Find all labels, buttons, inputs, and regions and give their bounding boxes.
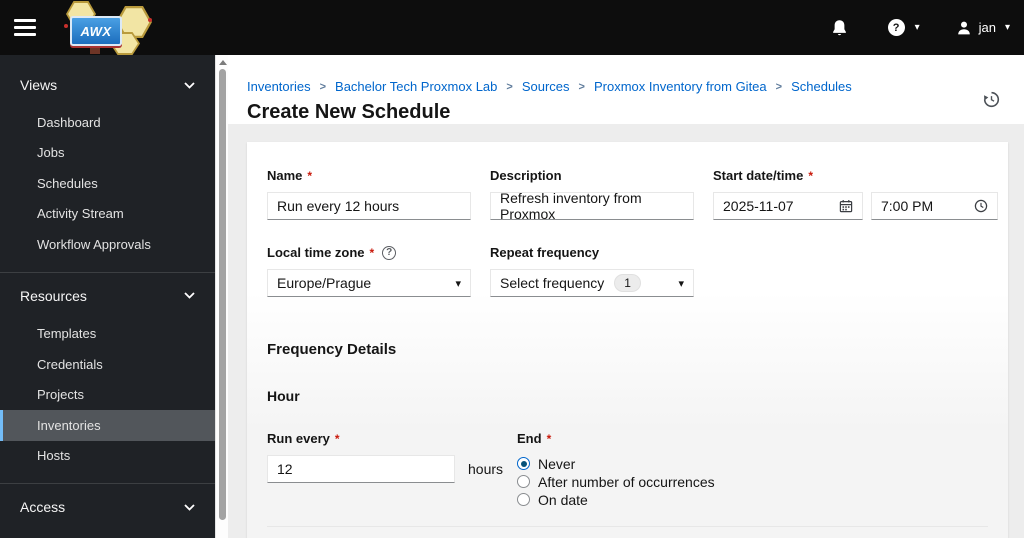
repeat-frequency-select[interactable]: Select frequency 1 ▾ — [490, 269, 694, 297]
timezone-select[interactable]: Europe/Prague ▾ — [267, 269, 471, 297]
masthead: AWX ? ▾ jan ▾ — [0, 0, 1024, 55]
end-option-never[interactable]: Never — [517, 455, 715, 472]
history-icon — [983, 91, 1000, 108]
run-every-input[interactable]: 12 — [267, 455, 455, 483]
sidebar-item-dashboard[interactable]: Dashboard — [0, 107, 215, 138]
breadcrumb-inventory-name[interactable]: Bachelor Tech Proxmox Lab — [335, 79, 497, 94]
chevron-down-icon — [184, 81, 195, 89]
timezone-label: Local time zone * ? — [267, 245, 471, 260]
frequency-details-title: Frequency Details — [267, 341, 397, 358]
vertical-scrollbar[interactable] — [215, 55, 228, 538]
chevron-down-icon: ▾ — [914, 21, 920, 33]
scrollbar-thumb[interactable] — [218, 69, 226, 520]
time-picker-button[interactable] — [974, 199, 988, 213]
sidebar-item-schedules[interactable]: Schedules — [0, 168, 215, 199]
help-question-icon: ? — [887, 19, 905, 36]
awx-logo[interactable]: AWX — [58, 0, 152, 55]
breadcrumb: Inventories > Bachelor Tech Proxmox Lab … — [247, 79, 1002, 94]
sidebar-item-credentials[interactable]: Credentials — [0, 349, 215, 380]
content-area: Name * Run every 12 hours Description Ref… — [228, 124, 1024, 538]
scrollbar-up-arrow[interactable] — [219, 60, 227, 65]
sidebar-nav: Views Dashboard Jobs Schedules Activity … — [0, 55, 215, 538]
awx-monitor-logo: AWX — [70, 16, 122, 46]
sidebar-section-resources[interactable]: Resources — [0, 273, 215, 319]
bell-icon — [832, 19, 846, 35]
sidebar-item-workflow-approvals[interactable]: Workflow Approvals — [0, 229, 215, 260]
user-menu-button[interactable]: jan ▾ — [956, 20, 1010, 36]
page-header: Inventories > Bachelor Tech Proxmox Lab … — [228, 55, 1024, 124]
name-input[interactable]: Run every 12 hours — [267, 192, 471, 220]
nav-toggle-icon[interactable] — [14, 19, 36, 36]
timezone-help-icon[interactable]: ? — [382, 245, 397, 260]
caret-down-icon: ▾ — [455, 277, 461, 290]
breadcrumb-separator: > — [319, 80, 327, 93]
breadcrumb-schedules[interactable]: Schedules — [791, 79, 852, 94]
user-name: jan — [978, 20, 996, 35]
end-option-after-occurrences[interactable]: After number of occurrences — [517, 473, 715, 490]
description-input[interactable]: Refresh inventory from Proxmox — [490, 190, 694, 222]
run-every-unit: hours — [468, 461, 504, 477]
sidebar-section-access[interactable]: Access — [0, 484, 215, 530]
sidebar-item-templates[interactable]: Templates — [0, 319, 215, 350]
sidebar-item-jobs[interactable]: Jobs — [0, 138, 215, 169]
help-menu-button[interactable]: ? ▾ — [887, 19, 920, 36]
caret-down-icon: ▾ — [678, 277, 684, 290]
end-label: End * — [517, 431, 552, 446]
end-option-on-date[interactable]: On date — [517, 491, 715, 508]
start-datetime-label: Start date/time * — [713, 168, 813, 183]
breadcrumb-separator: > — [775, 80, 783, 93]
sidebar-item-inventories[interactable]: Inventories — [0, 410, 215, 441]
activity-history-button[interactable] — [983, 91, 1000, 108]
breadcrumb-separator: > — [506, 80, 513, 93]
hour-subsection-title: Hour — [267, 388, 300, 404]
breadcrumb-inventories[interactable]: Inventories — [247, 79, 311, 94]
brand-text: AWX — [80, 23, 112, 39]
sidebar-item-activity-stream[interactable]: Activity Stream — [0, 199, 215, 230]
chevron-down-icon: ▾ — [1004, 21, 1010, 33]
start-time-input[interactable]: 7:00 PM — [871, 192, 998, 220]
sidebar-item-hosts[interactable]: Hosts — [0, 441, 215, 472]
chevron-down-icon — [184, 292, 195, 299]
frequency-count-badge: 1 — [614, 274, 641, 292]
schedule-form-card: Name * Run every 12 hours Description Ref… — [247, 142, 1008, 538]
chevron-down-icon — [184, 503, 195, 511]
breadcrumb-source-name[interactable]: Proxmox Inventory from Gitea — [594, 79, 767, 94]
sidebar-item-projects[interactable]: Projects — [0, 380, 215, 411]
breadcrumb-separator: > — [578, 80, 585, 93]
clock-icon — [974, 199, 988, 213]
repeat-frequency-label: Repeat frequency — [490, 245, 600, 260]
radio-checked-icon[interactable] — [517, 457, 530, 470]
start-date-input[interactable]: 2025-11-07 — [713, 192, 863, 220]
sidebar-section-views[interactable]: Views — [0, 55, 215, 107]
notifications-bell-button[interactable] — [831, 19, 848, 37]
user-icon — [957, 21, 970, 34]
radio-unchecked-icon[interactable] — [517, 475, 530, 488]
breadcrumb-sources[interactable]: Sources — [522, 79, 570, 94]
radio-unchecked-icon[interactable] — [517, 493, 530, 506]
calendar-icon — [839, 200, 853, 213]
description-label: Description — [490, 168, 562, 183]
calendar-picker-button[interactable] — [839, 199, 853, 213]
section-divider — [267, 526, 988, 527]
page-title: Create New Schedule — [247, 101, 451, 123]
name-label: Name * — [267, 168, 313, 183]
